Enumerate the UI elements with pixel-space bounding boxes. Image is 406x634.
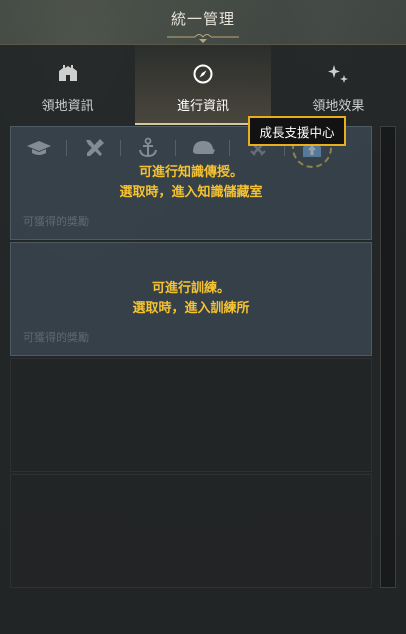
tab-progress-info[interactable]: 進行資訊 — [135, 45, 271, 125]
tab-territory-effects[interactable]: 領地效果 — [271, 45, 406, 125]
list-item-training[interactable]: 可進行訓練。 選取時，進入訓練所 可獲得的獎勵 — [10, 242, 372, 356]
sparkle-icon — [271, 63, 406, 90]
tab-label: 領地效果 — [312, 99, 365, 114]
list-scrollbar[interactable] — [380, 126, 396, 588]
reward-label: 可獲得的獎勵 — [23, 331, 89, 344]
tab-label: 領地資訊 — [41, 99, 94, 114]
empty-list-slot — [10, 358, 372, 472]
progress-list: 可進行知識傳授。 選取時，進入知識儲藏室 可獲得的獎勵 可進行訓練。 選取時，進… — [10, 126, 372, 590]
growth-support-tooltip: 成長支援中心 — [248, 116, 346, 146]
main-tabs: 領地資訊 進行資訊 領地效果 — [0, 45, 406, 125]
window-header: 統一管理 — [0, 0, 406, 46]
window-title: 統一管理 — [170, 10, 235, 28]
card-line-2: 選取時，進入知識儲藏室 — [119, 185, 263, 200]
card-line-2: 選取時，進入訓練所 — [132, 301, 250, 316]
compass-icon — [135, 63, 270, 90]
card-line-1: 可進行訓練。 — [151, 281, 230, 296]
empty-list-slot — [10, 474, 372, 588]
castle-icon — [0, 63, 135, 88]
card-line-1: 可進行知識傳授。 — [138, 165, 243, 180]
reward-label: 可獲得的獎勵 — [23, 215, 89, 228]
tab-label: 進行資訊 — [176, 99, 229, 114]
tab-territory-info[interactable]: 領地資訊 — [0, 45, 135, 125]
title-ornament-icon — [167, 34, 239, 43]
